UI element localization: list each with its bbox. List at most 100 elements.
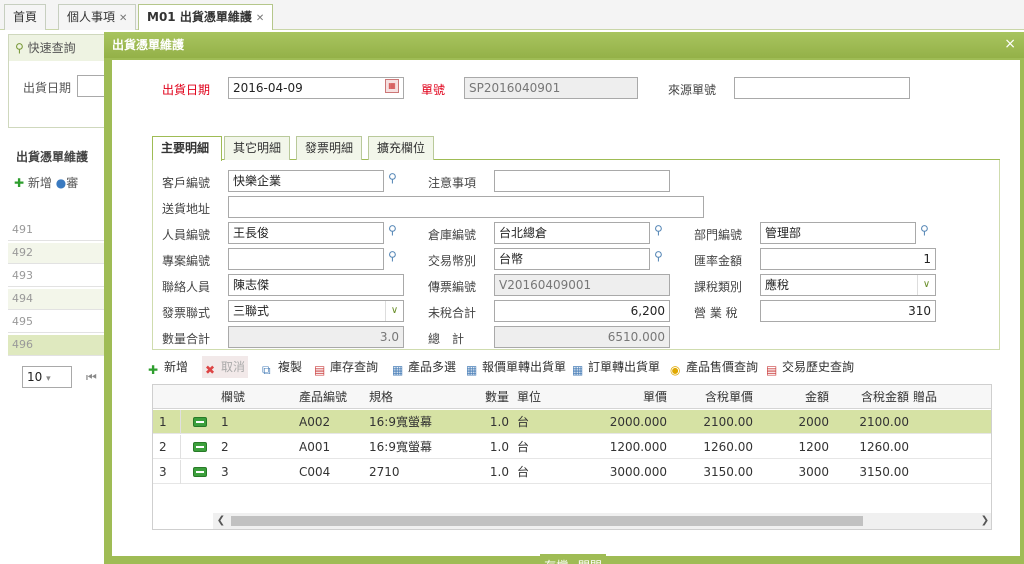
order-to-shipment-button[interactable]: ▦ 訂單轉出貨單 (572, 356, 660, 378)
detail-toolbar: ✚ 新增 ✖ 取消 ⧉ 複製 ▤ 庫存查詢 ▦ 產品多選 ▦ 報價單轉出貨單 ▦ 訂單轉出貨單… (148, 356, 1000, 380)
col-product[interactable]: 產品編號 (295, 385, 365, 409)
history-query-button[interactable]: ▤ 交易歷史查詢 (766, 356, 854, 378)
col-unit[interactable]: 單位 (513, 385, 563, 409)
search-icon[interactable]: ⚲ (654, 249, 663, 263)
cell-qty: 1.0 (489, 415, 509, 429)
rate-field[interactable]: 1 (760, 248, 936, 270)
cell-spec: 16:9寬螢幕 (369, 440, 432, 454)
chevron-down-icon[interactable]: ∨ (385, 301, 403, 321)
tab-home[interactable]: 首頁 (4, 4, 47, 30)
tax-type-value: 應稅 (765, 278, 790, 292)
price-query-button[interactable]: ◉ 產品售價查詢 (670, 356, 758, 378)
col-amount-tax[interactable]: 含稅金額 (833, 385, 913, 409)
close-button[interactable]: 關閉 (578, 559, 602, 564)
col-amount[interactable]: 金額 (757, 385, 833, 409)
cancel-button[interactable]: ✖ 取消 (202, 356, 249, 378)
table-row[interactable]: 3 3 C004 2710 1.0 台 3000.000 3150.00 300… (153, 460, 991, 484)
currency-field[interactable]: 台幣 (494, 248, 650, 270)
tab-invoice-detail-label: 發票明細 (305, 141, 354, 155)
tab-personal[interactable]: 個人事項 ✕ (58, 4, 137, 30)
col-spec[interactable]: 規格 (365, 385, 455, 409)
staff-field[interactable]: 王長俊 (228, 222, 384, 244)
close-icon[interactable]: ✕ (119, 13, 127, 24)
warehouse-field[interactable]: 台北總倉 (494, 222, 650, 244)
add-row-button[interactable]: ✚ 新增 (148, 356, 188, 378)
voucher-field: V20160409001 (494, 274, 670, 296)
page-size-select[interactable]: 10 ▾ (22, 366, 72, 388)
address-label: 送貨地址 (162, 202, 211, 216)
close-icon[interactable]: × (1004, 36, 1016, 52)
copy-label: 複製 (278, 360, 303, 374)
tab-other-detail-label: 其它明細 (233, 141, 282, 155)
plus-icon: ✚ (148, 363, 159, 377)
project-field[interactable] (228, 248, 384, 270)
table-row[interactable]: 1 1 A002 16:9寬螢幕 1.0 台 2000.000 2100.00 … (153, 410, 991, 434)
row-number: 1 (153, 410, 181, 434)
tab-extension-fields[interactable]: 擴充欄位 (368, 136, 435, 160)
tab-other-detail[interactable]: 其它明細 (224, 136, 291, 160)
bg-list-row[interactable]: 491 (8, 220, 108, 241)
col-price[interactable]: 單價 (583, 385, 671, 409)
tab-shipping-voucher-label: M01 出貨憑單維護 (147, 10, 252, 24)
invoice-type-select[interactable]: 三聯式 (228, 300, 404, 322)
pretax-field[interactable]: 6,200 (494, 300, 670, 322)
first-page-icon[interactable]: ⏮ (86, 370, 97, 385)
bg-list-row[interactable]: 495 (8, 312, 108, 333)
dialog-title-bar[interactable]: 出貨憑單維護 (104, 32, 1024, 58)
search-icon[interactable]: ⚲ (388, 249, 397, 263)
cell-gift (909, 460, 959, 484)
source-no-field[interactable] (734, 77, 910, 99)
notes-field[interactable] (494, 170, 670, 192)
cell-amount-tax: 1260.00 (859, 440, 909, 454)
search-icon[interactable]: ⚲ (654, 223, 663, 237)
multi-product-button[interactable]: ▦ 產品多選 (392, 356, 456, 378)
tab-invoice-detail[interactable]: 發票明細 (296, 136, 363, 160)
vat-field[interactable]: 310 (760, 300, 936, 322)
col-price-tax[interactable]: 含稅單價 (671, 385, 757, 409)
scrollbar-thumb[interactable] (231, 516, 863, 526)
tab-shipping-voucher[interactable]: M01 出貨憑單維護 ✕ (138, 4, 274, 30)
col-gift[interactable]: 贈品 (909, 385, 959, 409)
close-icon[interactable]: ✕ (256, 13, 264, 24)
col-seq[interactable]: 欄號 (217, 385, 287, 409)
ship-date-field[interactable]: 2016-04-09 (228, 77, 404, 99)
calendar-icon[interactable]: ▦ (385, 79, 399, 93)
customer-label: 客戶編號 (162, 176, 211, 190)
cell-spec: 16:9寬螢幕 (369, 415, 432, 429)
tax-type-select[interactable]: 應稅 (760, 274, 936, 296)
chevron-left-icon[interactable]: ❮ (213, 513, 229, 529)
qty-total-value: 3.0 (379, 330, 399, 344)
search-icon[interactable]: ⚲ (388, 171, 397, 185)
dept-value: 管理部 (765, 226, 802, 240)
save-button[interactable]: 存檔 (544, 559, 568, 564)
dialog-body: 出貨日期 2016-04-09 ▦ 單號 SP2016040901 來源單號 主… (112, 60, 1020, 564)
edit-row-icon[interactable] (193, 442, 207, 452)
customer-field[interactable]: 快樂企業 (228, 170, 384, 192)
bg-list-row[interactable]: 496 (8, 335, 108, 356)
tax-type-label: 課稅類別 (694, 280, 743, 294)
edit-row-icon[interactable] (193, 467, 207, 477)
quote-to-shipment-button[interactable]: ▦ 報價單轉出貨單 (466, 356, 566, 378)
dept-field[interactable]: 管理部 (760, 222, 916, 244)
copy-button[interactable]: ⧉ 複製 (262, 356, 302, 378)
col-qty[interactable]: 數量 (453, 385, 513, 409)
bg-list-row[interactable]: 492 (8, 243, 108, 264)
bg-list-row[interactable]: 494 (8, 289, 108, 310)
stock-query-button[interactable]: ▤ 庫存查詢 (314, 356, 378, 378)
table-row[interactable]: 2 2 A001 16:9寬螢幕 1.0 台 1200.000 1260.00 … (153, 435, 991, 459)
ship-date-value: 2016-04-09 (233, 81, 303, 95)
bg-audit-label: 審 (66, 176, 79, 190)
bg-list-row[interactable]: 493 (8, 266, 108, 287)
edit-row-icon[interactable] (193, 417, 207, 427)
cancel-label: 取消 (221, 360, 246, 374)
contact-field[interactable]: 陳志傑 (228, 274, 404, 296)
horizontal-scrollbar[interactable]: ❮ ❯ (213, 513, 991, 529)
chevron-right-icon[interactable]: ❯ (977, 513, 991, 529)
chevron-down-icon[interactable]: ∨ (917, 275, 935, 295)
search-icon[interactable]: ⚲ (388, 223, 397, 237)
tab-main-detail[interactable]: 主要明細 (152, 136, 222, 161)
address-field[interactable] (228, 196, 704, 218)
bg-add-button[interactable]: ✚ 新增 ●審 (14, 174, 78, 191)
search-icon[interactable]: ⚲ (920, 223, 929, 237)
list-icon: ▦ (392, 363, 404, 377)
